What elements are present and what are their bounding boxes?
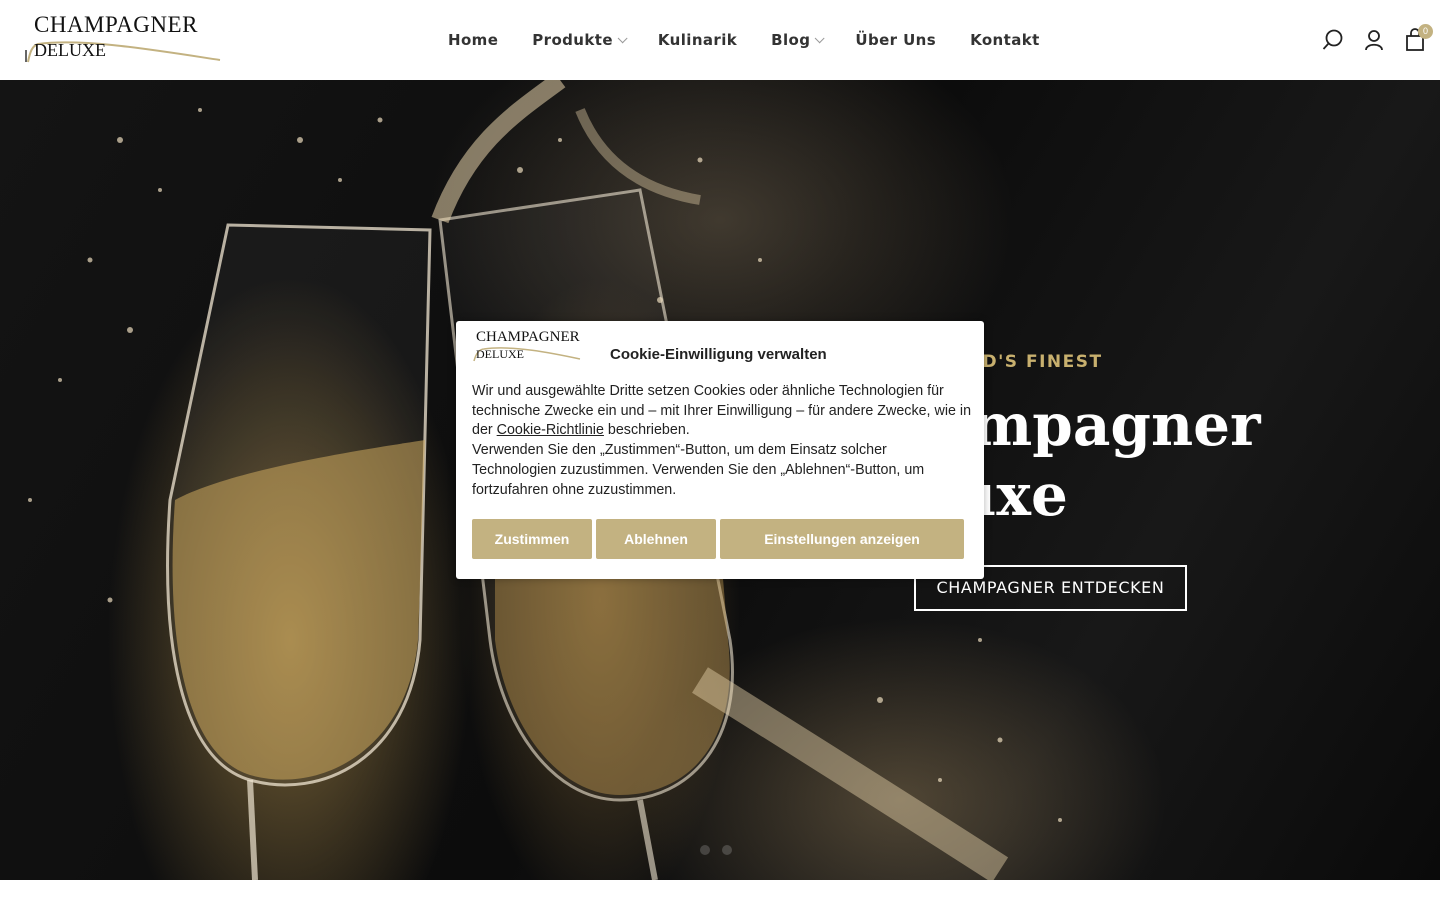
slider-pagination xyxy=(700,845,744,855)
cookie-dialog-logo: CHAMPAGNER DELUXE xyxy=(472,329,582,365)
header-actions: 0 xyxy=(1303,24,1433,52)
nav-label: Kulinarik xyxy=(657,31,738,49)
cookie-consent-dialog: CHAMPAGNER DELUXE Cookie-Einwilligung ve… xyxy=(456,321,984,579)
main-nav: Home Produkte Kulinarik Blog Über Uns Ko… xyxy=(448,30,1074,50)
nav-item-kontakt[interactable]: Kontakt xyxy=(970,30,1040,50)
nav-item-blog[interactable]: Blog xyxy=(771,30,825,50)
user-icon[interactable] xyxy=(1363,28,1385,52)
shopping-bag-icon[interactable]: 0 xyxy=(1404,24,1433,52)
nav-label: Blog xyxy=(771,31,811,49)
chevron-down-icon xyxy=(815,32,825,43)
cookie-text-part3: Verwenden Sie den „Zustimmen“-Button, um… xyxy=(472,442,925,498)
nav-label: Kontakt xyxy=(970,31,1040,49)
nav-label: Home xyxy=(448,31,499,49)
cookie-text-part2: beschrieben. xyxy=(603,422,690,439)
site-header: CHAMPAGNER DELUXE Home Produkte Kulinari… xyxy=(0,0,1440,80)
site-logo[interactable]: CHAMPAGNER DELUXE xyxy=(24,12,224,66)
slider-dot-1[interactable] xyxy=(700,845,710,855)
cookie-policy-link[interactable]: Cookie-Richtlinie xyxy=(497,422,604,438)
nav-item-home[interactable]: Home xyxy=(448,30,498,50)
show-settings-button[interactable]: Einstellungen anzeigen xyxy=(720,519,964,559)
accept-button[interactable]: Zustimmen xyxy=(472,519,592,559)
reject-button[interactable]: Ablehnen xyxy=(596,519,716,559)
cookie-dialog-text: Wir und ausgewählte Dritte setzen Cookie… xyxy=(472,382,972,500)
cookie-dialog-title: Cookie-Einwilligung verwalten xyxy=(610,346,827,363)
logo-text-line2: DELUXE xyxy=(34,40,106,60)
search-icon[interactable] xyxy=(1322,28,1344,52)
nav-item-ueber-uns[interactable]: Über Uns xyxy=(855,30,936,50)
cookie-dialog-actions: Zustimmen Ablehnen Einstellungen anzeige… xyxy=(472,519,964,559)
slider-dot-2[interactable] xyxy=(722,845,732,855)
cart-count-badge: 0 xyxy=(1418,24,1433,39)
nav-label: Über Uns xyxy=(855,31,937,49)
nav-item-produkte[interactable]: Produkte xyxy=(532,30,628,50)
nav-item-kulinarik[interactable]: Kulinarik xyxy=(658,30,737,50)
chevron-down-icon xyxy=(617,32,628,43)
cookie-logo-line2: DELUXE xyxy=(476,347,524,361)
nav-label: Produkte xyxy=(532,31,613,49)
